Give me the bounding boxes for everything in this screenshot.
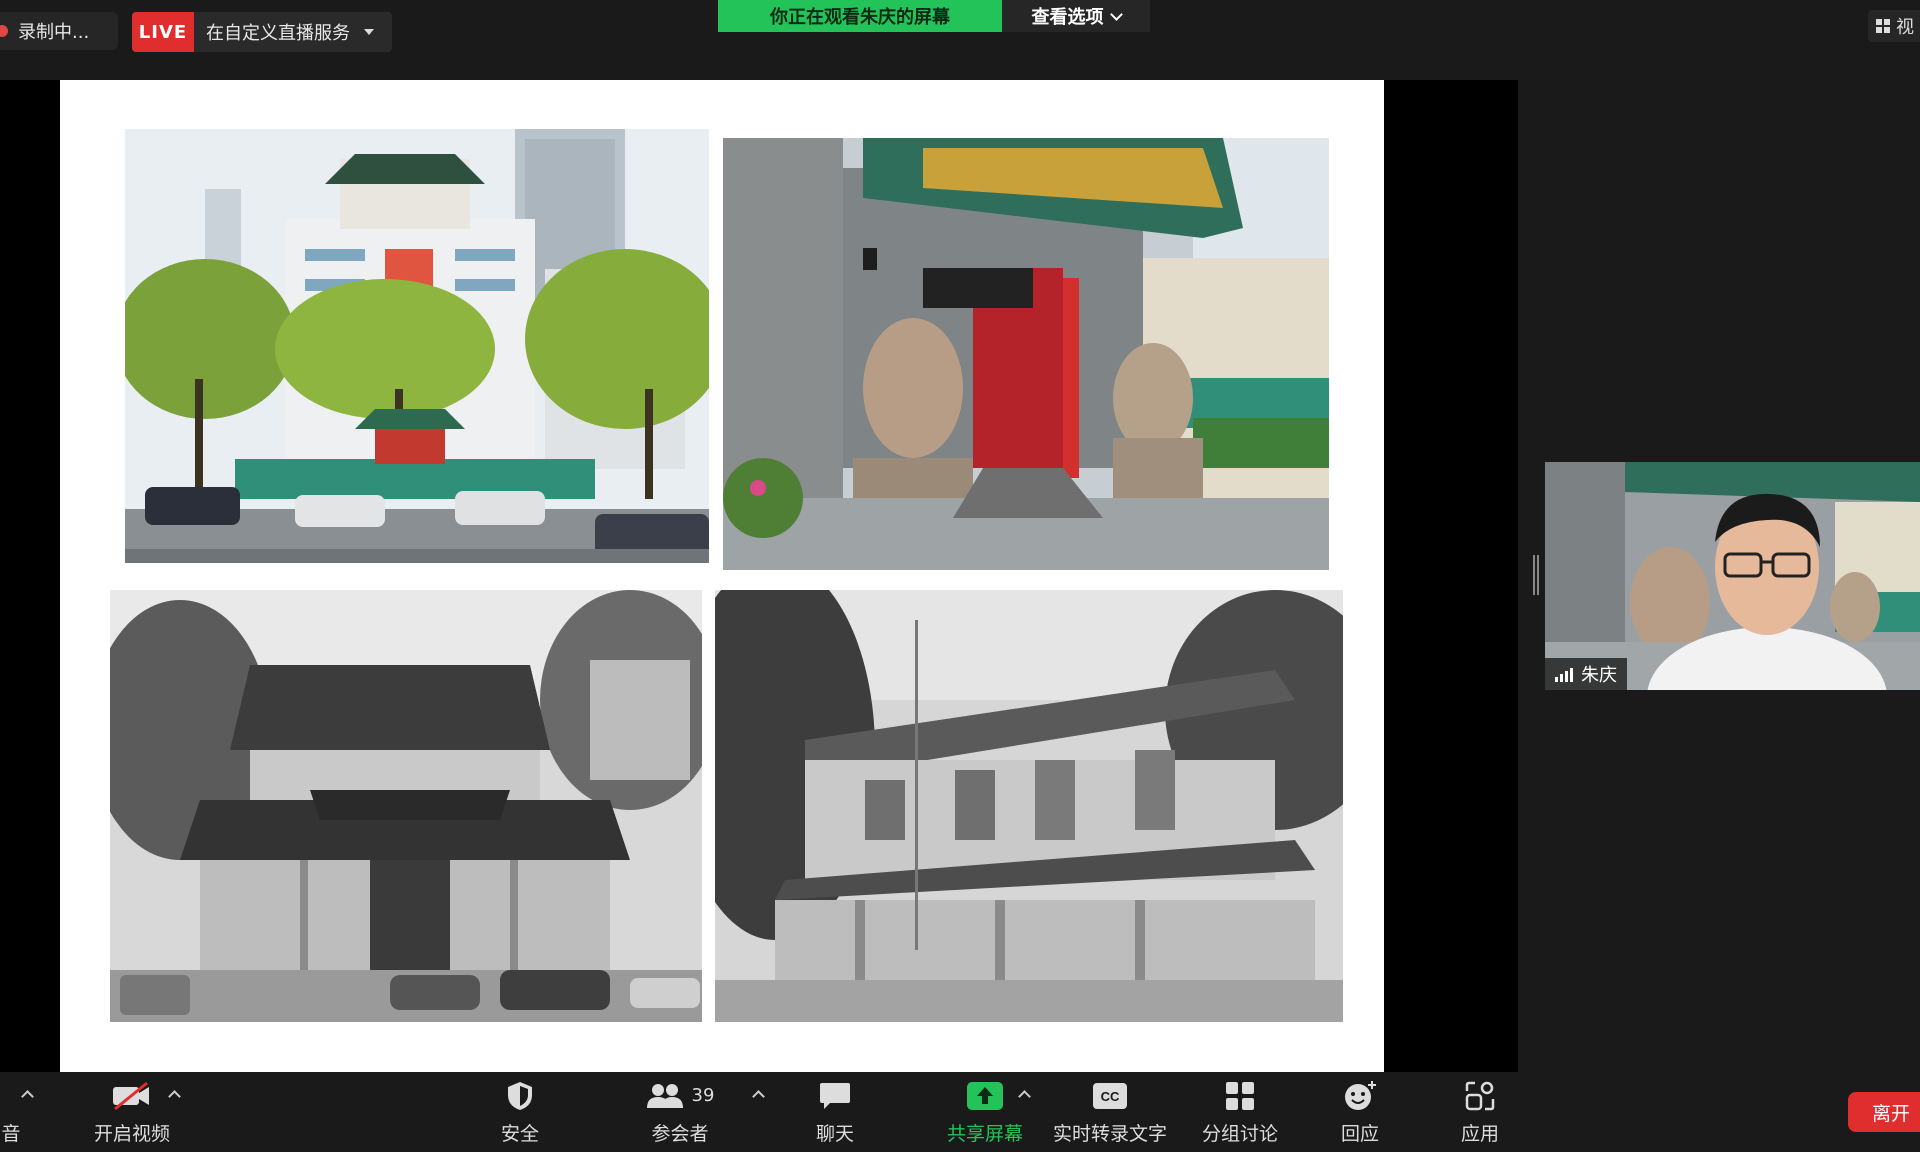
dropdown-caret-icon[interactable] — [364, 29, 374, 35]
record-dot-icon — [0, 25, 8, 37]
participants-options-caret-icon[interactable] — [752, 1090, 765, 1103]
start-video-button[interactable]: 开启视频 — [72, 1072, 192, 1152]
participants-icon — [646, 1083, 683, 1108]
participant-video-tile[interactable]: 朱庆 — [1545, 462, 1920, 690]
panel-splitter-handle[interactable] — [1533, 555, 1539, 595]
apps-label: 应用 — [1460, 1122, 1499, 1145]
apps-button[interactable]: 应用 — [1440, 1072, 1520, 1152]
signal-strength-icon — [1555, 666, 1573, 682]
participant-name: 朱庆 — [1581, 665, 1617, 686]
svg-text:CC: CC — [1101, 1089, 1120, 1104]
security-button[interactable]: 安全 — [480, 1072, 560, 1152]
presentation-slide — [60, 80, 1384, 1072]
participant-name-tag: 朱庆 — [1545, 658, 1627, 690]
photo-historic-temple — [110, 590, 702, 1022]
share-screen-button[interactable]: 共享屏幕 — [925, 1072, 1045, 1152]
participant-video — [1545, 462, 1920, 690]
chat-button[interactable]: 聊天 — [795, 1072, 875, 1152]
audio-button[interactable]: 音 — [0, 1072, 22, 1152]
live-service-label: 在自定义直播服务 — [206, 23, 350, 44]
viewing-screen-banner: 你正在观看朱庆的屏幕 — [718, 0, 1002, 32]
recording-label: 录制中... — [18, 22, 90, 43]
view-options-label: 查看选项 — [1031, 7, 1104, 28]
photo-modern-building — [125, 129, 709, 563]
participants-label: 参会者 — [651, 1122, 709, 1145]
shared-screen — [0, 80, 1518, 1072]
breakout-rooms-button[interactable]: 分组讨论 — [1195, 1072, 1285, 1152]
participants-count: 39 — [691, 1085, 715, 1106]
breakout-rooms-label: 分组讨论 — [1201, 1122, 1278, 1145]
view-layout-button[interactable]: 视 — [1868, 10, 1920, 42]
participants-button[interactable]: 39 参会者 — [630, 1072, 730, 1152]
meeting-toolbar: 音 开启视频 安全 39 参会者 聊天 共享屏幕 CC 实时转录文字 分组讨论 … — [0, 1072, 1920, 1152]
top-bar: 录制中... LIVE 在自定义直播服务 你正在观看朱庆的屏幕 查看选项 视 — [0, 0, 1920, 80]
security-label: 安全 — [500, 1122, 539, 1145]
leave-meeting-button[interactable]: 离开 — [1848, 1092, 1920, 1132]
view-options-button[interactable]: 查看选项 — [1002, 0, 1150, 32]
closed-caption-icon: CC — [1093, 1082, 1127, 1109]
chat-label: 聊天 — [815, 1122, 854, 1145]
reactions-label: 回应 — [1340, 1122, 1379, 1145]
live-transcript-label: 实时转录文字 — [1052, 1122, 1167, 1145]
recording-indicator[interactable]: 录制中... — [0, 12, 118, 50]
chat-icon — [820, 1082, 850, 1109]
start-video-label: 开启视频 — [93, 1122, 170, 1145]
share-screen-icon — [967, 1081, 1003, 1110]
live-stream-control[interactable]: LIVE 在自定义直播服务 — [132, 12, 392, 52]
breakout-rooms-icon — [1226, 1081, 1254, 1110]
reactions-smiley-icon — [1345, 1080, 1376, 1110]
meeting-window: 录制中... LIVE 在自定义直播服务 你正在观看朱庆的屏幕 查看选项 视 朱… — [0, 0, 1920, 1152]
apps-icon — [1465, 1081, 1495, 1110]
live-badge: LIVE — [132, 12, 194, 52]
live-transcript-button[interactable]: CC 实时转录文字 — [1050, 1072, 1170, 1152]
audio-options-caret-icon[interactable] — [21, 1090, 34, 1103]
video-off-icon — [113, 1081, 149, 1110]
photo-historic-colonial-building — [715, 590, 1343, 1022]
photo-temple-gate — [723, 138, 1329, 570]
chevron-down-icon — [1109, 7, 1123, 21]
grid-view-icon — [1876, 19, 1890, 33]
reactions-button[interactable]: 回应 — [1320, 1072, 1400, 1152]
share-screen-label: 共享屏幕 — [946, 1122, 1023, 1145]
view-layout-label: 视 — [1896, 17, 1914, 38]
audio-label: 音 — [1, 1122, 21, 1145]
shield-icon — [508, 1081, 532, 1110]
